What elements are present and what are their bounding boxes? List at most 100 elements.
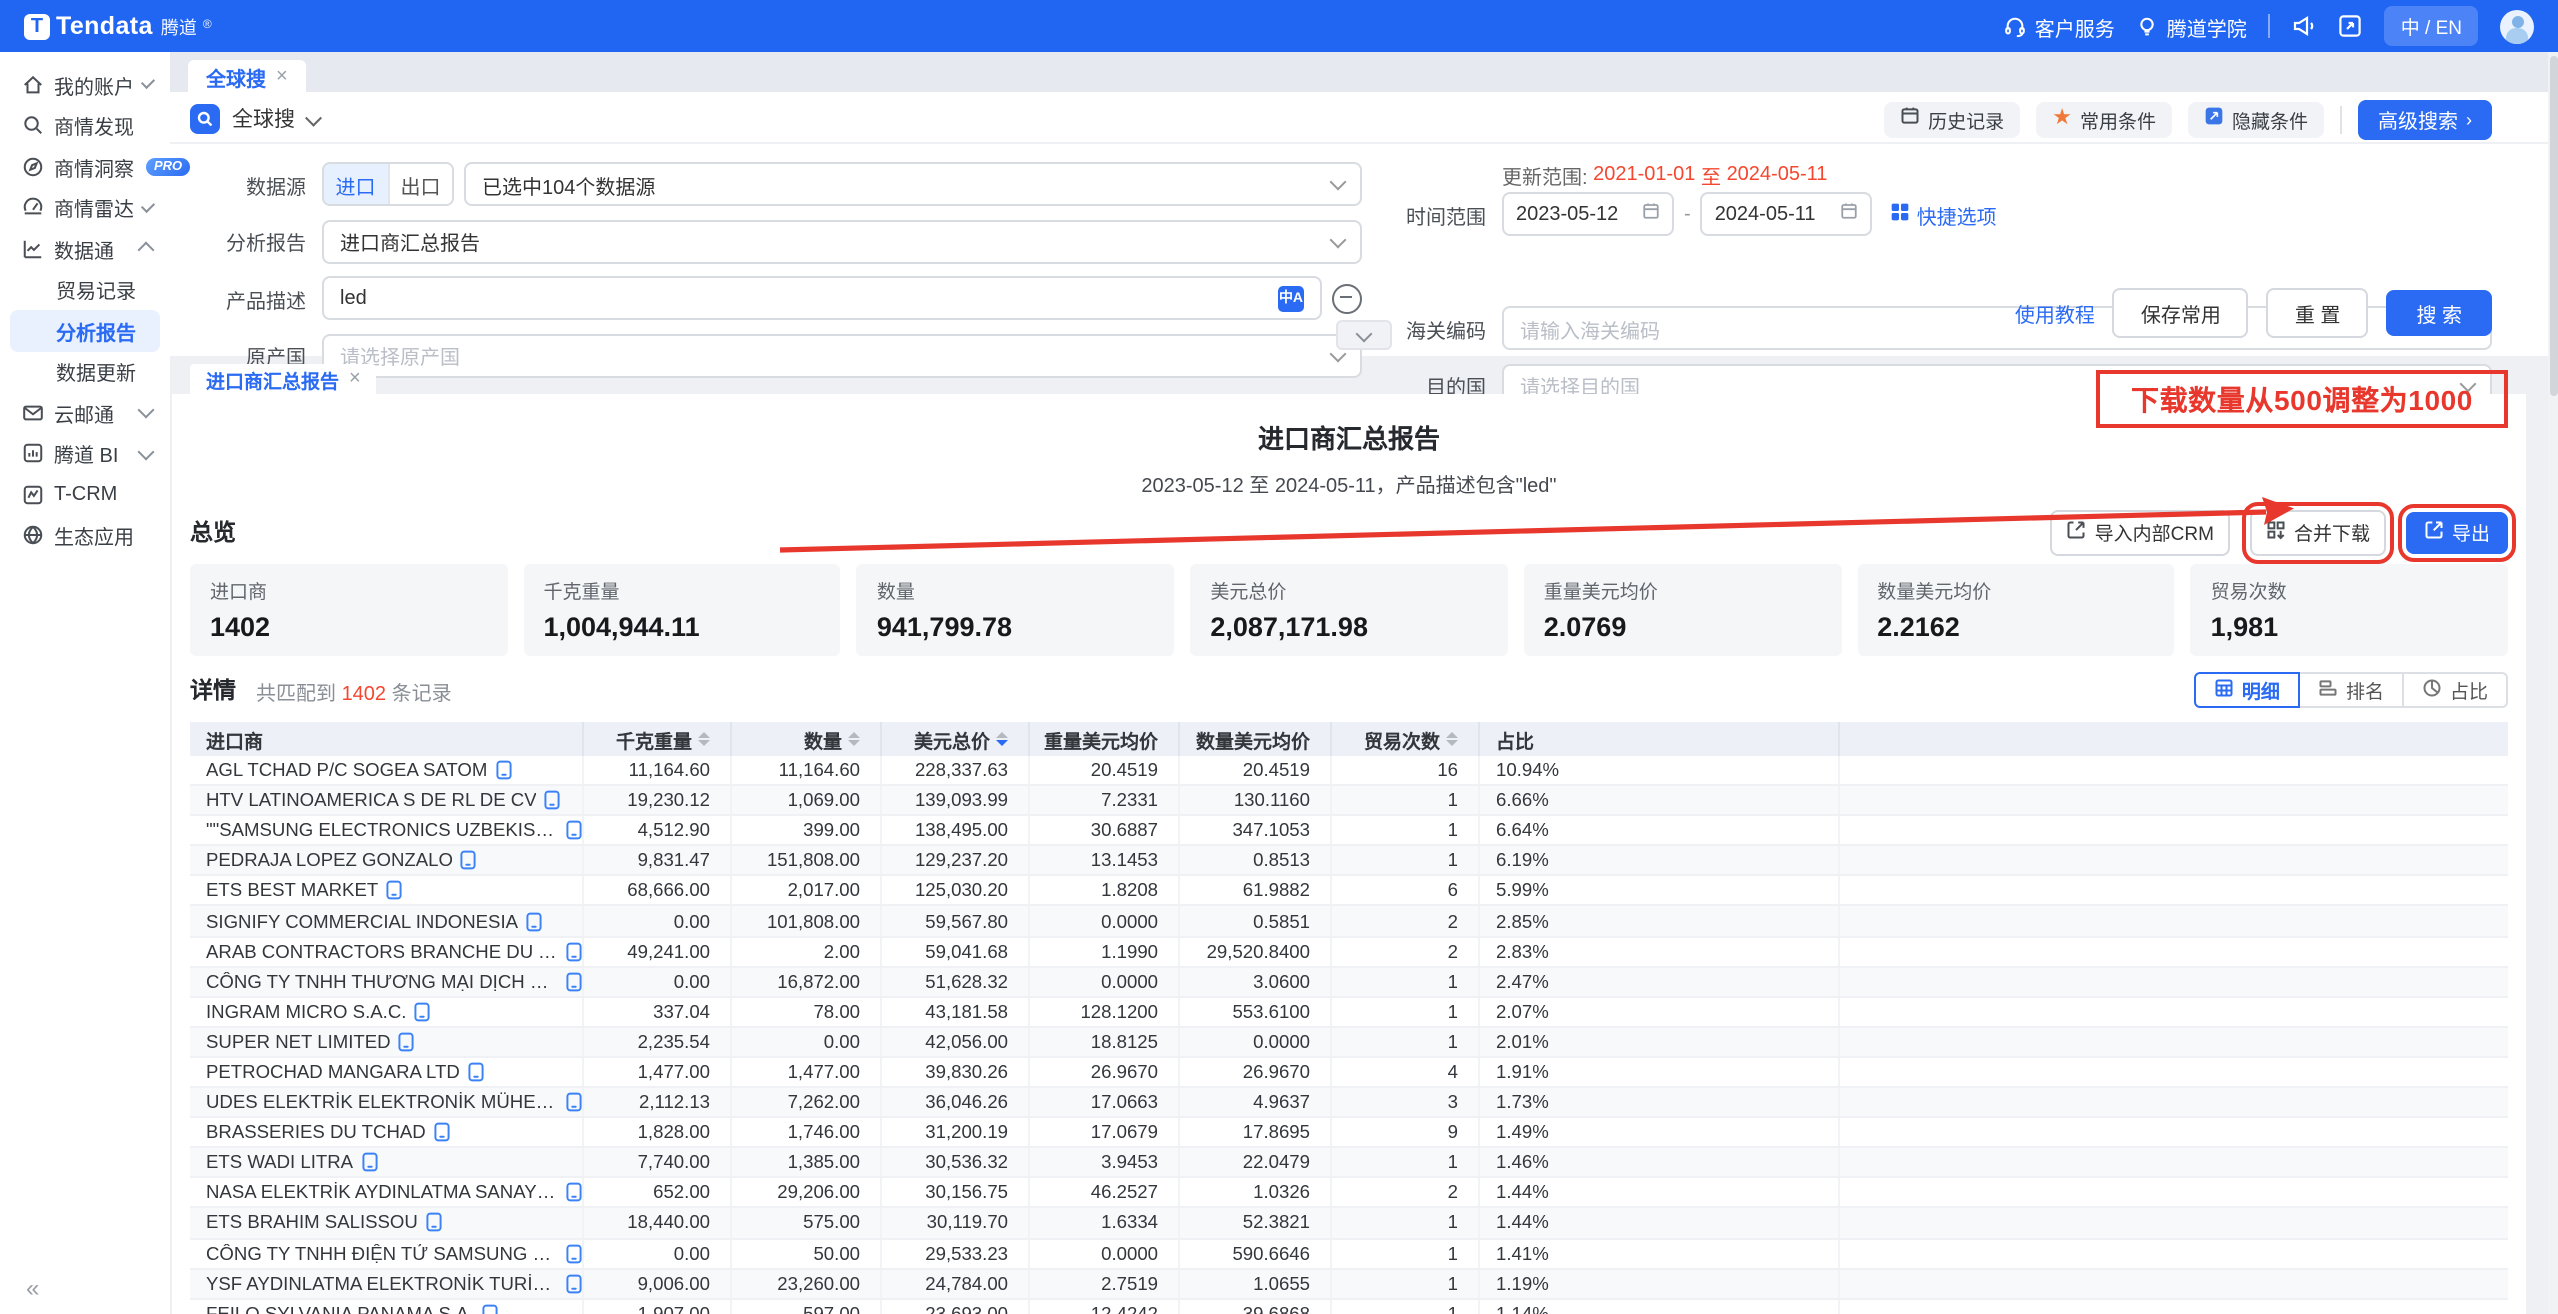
- table-row[interactable]: BRASSERIES DU TCHAD 1,828.00 1,746.00 31…: [190, 1118, 2508, 1148]
- company-detail-icon[interactable]: [434, 1122, 450, 1142]
- col-usd-per-qty[interactable]: 数量美元均价: [1180, 722, 1332, 756]
- col-importer[interactable]: 进口商: [190, 722, 584, 756]
- report-type-select[interactable]: 进口商汇总报告: [322, 219, 1362, 263]
- sidebar-item-analysis-report[interactable]: 分析报告: [10, 310, 160, 351]
- table-row[interactable]: CÔNG TY TNHH ĐIỆN TỬ SAMSUNG HCMC CE COM…: [190, 1239, 2508, 1269]
- sidebar-item-data-hub[interactable]: 数据通: [0, 228, 170, 269]
- company-detail-icon[interactable]: [566, 941, 582, 961]
- sidebar-item-bi[interactable]: 腾道 BI: [0, 433, 170, 474]
- importer-name[interactable]: NASA ELEKTRİK AYDINLATMA SANAYİ VE TİCAR…: [206, 1183, 558, 1203]
- view-share-button[interactable]: 占比: [2402, 672, 2508, 708]
- tab-importer-summary-report[interactable]: 进口商汇总报告 ×: [190, 364, 377, 394]
- company-detail-icon[interactable]: [361, 1153, 377, 1173]
- view-rank-button[interactable]: 排名: [2298, 672, 2404, 708]
- table-row[interactable]: AGL TCHAD P/C SOGEA SATOM 11,164.60 11,1…: [190, 756, 2508, 786]
- sidebar-item-data-update[interactable]: 数据更新: [0, 351, 170, 392]
- importer-name[interactable]: ARAB CONTRACTORS BRANCHE DU TCHAD: [206, 941, 558, 961]
- importer-name[interactable]: ""SAMSUNG ELECTRONICS UZBEKISTAN"" mas`u…: [206, 820, 558, 840]
- importer-name[interactable]: FEILO SYLVANIA PANAMA S.A.: [206, 1303, 474, 1314]
- fullscreen-icon[interactable]: [2339, 14, 2363, 38]
- merge-download-button[interactable]: 合并下载: [2250, 509, 2386, 555]
- importer-name[interactable]: HTV LATINOAMERICA S DE RL DE CV: [206, 790, 537, 810]
- table-row[interactable]: ""SAMSUNG ELECTRONICS UZBEKISTAN"" mas`u…: [190, 816, 2508, 846]
- import-crm-button[interactable]: 导入内部CRM: [2051, 509, 2230, 555]
- sidebar-item-my-account[interactable]: 我的账户: [0, 64, 170, 105]
- history-button[interactable]: 历史记录: [1884, 101, 2020, 137]
- announcement-icon[interactable]: [2293, 14, 2317, 38]
- scrollbar-thumb[interactable]: [2549, 56, 2557, 396]
- tutorial-link[interactable]: 使用教程: [2015, 298, 2095, 328]
- sort-icon[interactable]: [848, 732, 860, 747]
- favorite-conditions-button[interactable]: ★ 常用条件: [2036, 101, 2172, 137]
- table-row[interactable]: FEILO SYLVANIA PANAMA S.A. 1,907.00 597.…: [190, 1299, 2508, 1314]
- sidebar-item-cloud-mail[interactable]: 云邮通: [0, 392, 170, 433]
- importer-name[interactable]: ETS BRAHIM SALISSOU: [206, 1213, 418, 1233]
- vertical-scrollbar[interactable]: [2548, 52, 2558, 1314]
- reset-button[interactable]: 重 置: [2267, 288, 2369, 338]
- close-icon[interactable]: ×: [349, 368, 361, 390]
- customer-service-button[interactable]: 客户服务: [2005, 11, 2115, 41]
- company-detail-icon[interactable]: [566, 1092, 582, 1112]
- hide-conditions-button[interactable]: 隐藏条件: [2188, 101, 2324, 137]
- advanced-search-button[interactable]: 高级搜索 ›: [2358, 99, 2492, 139]
- smart-match-icon[interactable]: [1332, 283, 1362, 313]
- sort-icon[interactable]: [1446, 732, 1458, 747]
- company-detail-icon[interactable]: [566, 1183, 582, 1203]
- export-button[interactable]: 导出: [2406, 511, 2508, 553]
- table-row[interactable]: YSF AYDINLATMA ELEKTRONİK TURİZM SANAYİ …: [190, 1269, 2508, 1299]
- sidebar-collapse-button[interactable]: «: [26, 1274, 39, 1302]
- importer-name[interactable]: CÔNG TY TNHH THƯƠNG MẠI DỊCH VỤ ĐIỆN MẠN…: [206, 971, 558, 991]
- sidebar-item-insight[interactable]: 商情洞察 PRO: [0, 146, 170, 187]
- table-row[interactable]: NASA ELEKTRİK AYDINLATMA SANAYİ VE TİCAR…: [190, 1179, 2508, 1209]
- company-detail-icon[interactable]: [566, 1273, 582, 1293]
- importer-name[interactable]: ETS WADI LITRA: [206, 1153, 353, 1173]
- importer-name[interactable]: PEDRAJA LOPEZ GONZALO: [206, 851, 453, 871]
- sort-icon[interactable]: [698, 732, 710, 747]
- col-usd-per-kg[interactable]: 重量美元均价: [1030, 722, 1180, 756]
- company-detail-icon[interactable]: [426, 1213, 442, 1233]
- company-detail-icon[interactable]: [386, 881, 402, 901]
- importer-name[interactable]: SUPER NET LIMITED: [206, 1032, 391, 1052]
- table-row[interactable]: ETS WADI LITRA 7,740.00 1,385.00 30,536.…: [190, 1148, 2508, 1178]
- table-row[interactable]: SIGNIFY COMMERCIAL INDONESIA 0.00 101,80…: [190, 907, 2508, 937]
- academy-button[interactable]: 腾道学院: [2137, 11, 2247, 41]
- sidebar-item-radar[interactable]: 商情雷达: [0, 187, 170, 228]
- col-quantity[interactable]: 数量: [732, 722, 882, 756]
- table-row[interactable]: ETS BRAHIM SALISSOU 18,440.00 575.00 30,…: [190, 1209, 2508, 1239]
- datasource-select[interactable]: 已选中104个数据源: [464, 162, 1362, 206]
- close-icon[interactable]: ×: [276, 65, 288, 87]
- importer-name[interactable]: SIGNIFY COMMERCIAL INDONESIA: [206, 911, 518, 931]
- importer-name[interactable]: AGL TCHAD P/C SOGEA SATOM: [206, 760, 487, 780]
- table-row[interactable]: ETS BEST MARKET 68,666.00 2,017.00 125,0…: [190, 877, 2508, 907]
- col-usd-total[interactable]: 美元总价: [882, 722, 1030, 756]
- date-from-input[interactable]: 2023-05-12: [1502, 192, 1674, 236]
- sidebar-item-discovery[interactable]: 商情发现: [0, 105, 170, 146]
- chevron-down-icon[interactable]: [305, 109, 321, 125]
- importer-name[interactable]: UDES ELEKTRİK ELEKTRONİK MÜHENDİSLİK SAN…: [206, 1092, 558, 1112]
- table-row[interactable]: INGRAM MICRO S.A.C. 337.04 78.00 43,181.…: [190, 998, 2508, 1028]
- company-detail-icon[interactable]: [566, 820, 582, 840]
- col-trades[interactable]: 贸易次数: [1332, 722, 1480, 756]
- view-detail-button[interactable]: 明细: [2194, 672, 2300, 708]
- save-conditions-button[interactable]: 保存常用: [2113, 288, 2249, 338]
- table-row[interactable]: SUPER NET LIMITED 2,235.54 0.00 42,056.0…: [190, 1028, 2508, 1058]
- sidebar-item-eco-apps[interactable]: 生态应用: [0, 515, 170, 556]
- company-detail-icon[interactable]: [461, 851, 477, 871]
- importer-name[interactable]: INGRAM MICRO S.A.C.: [206, 1002, 406, 1022]
- import-toggle[interactable]: 进口: [324, 164, 387, 204]
- company-detail-icon[interactable]: [468, 1062, 484, 1082]
- language-switch[interactable]: 中 / EN: [2385, 6, 2478, 46]
- table-row[interactable]: ARAB CONTRACTORS BRANCHE DU TCHAD 49,241…: [190, 937, 2508, 967]
- quick-options-link[interactable]: 快捷选项: [1891, 199, 1997, 229]
- sidebar-item-tcrm[interactable]: T-CRM: [0, 474, 170, 515]
- sidebar-item-trade-records[interactable]: 贸易记录: [0, 269, 170, 310]
- company-detail-icon[interactable]: [566, 971, 582, 991]
- date-to-input[interactable]: 2024-05-11: [1701, 192, 1873, 236]
- company-detail-icon[interactable]: [482, 1303, 498, 1314]
- search-button[interactable]: 搜 索: [2386, 290, 2492, 336]
- table-row[interactable]: PETROCHAD MANGARA LTD 1,477.00 1,477.00 …: [190, 1058, 2508, 1088]
- sort-icon-active[interactable]: [996, 732, 1008, 747]
- tendata-logo[interactable]: T Tendata 腾道 ®: [24, 12, 212, 40]
- table-row[interactable]: CÔNG TY TNHH THƯƠNG MẠI DỊCH VỤ ĐIỆN MẠN…: [190, 967, 2508, 997]
- table-row[interactable]: HTV LATINOAMERICA S DE RL DE CV 19,230.1…: [190, 786, 2508, 816]
